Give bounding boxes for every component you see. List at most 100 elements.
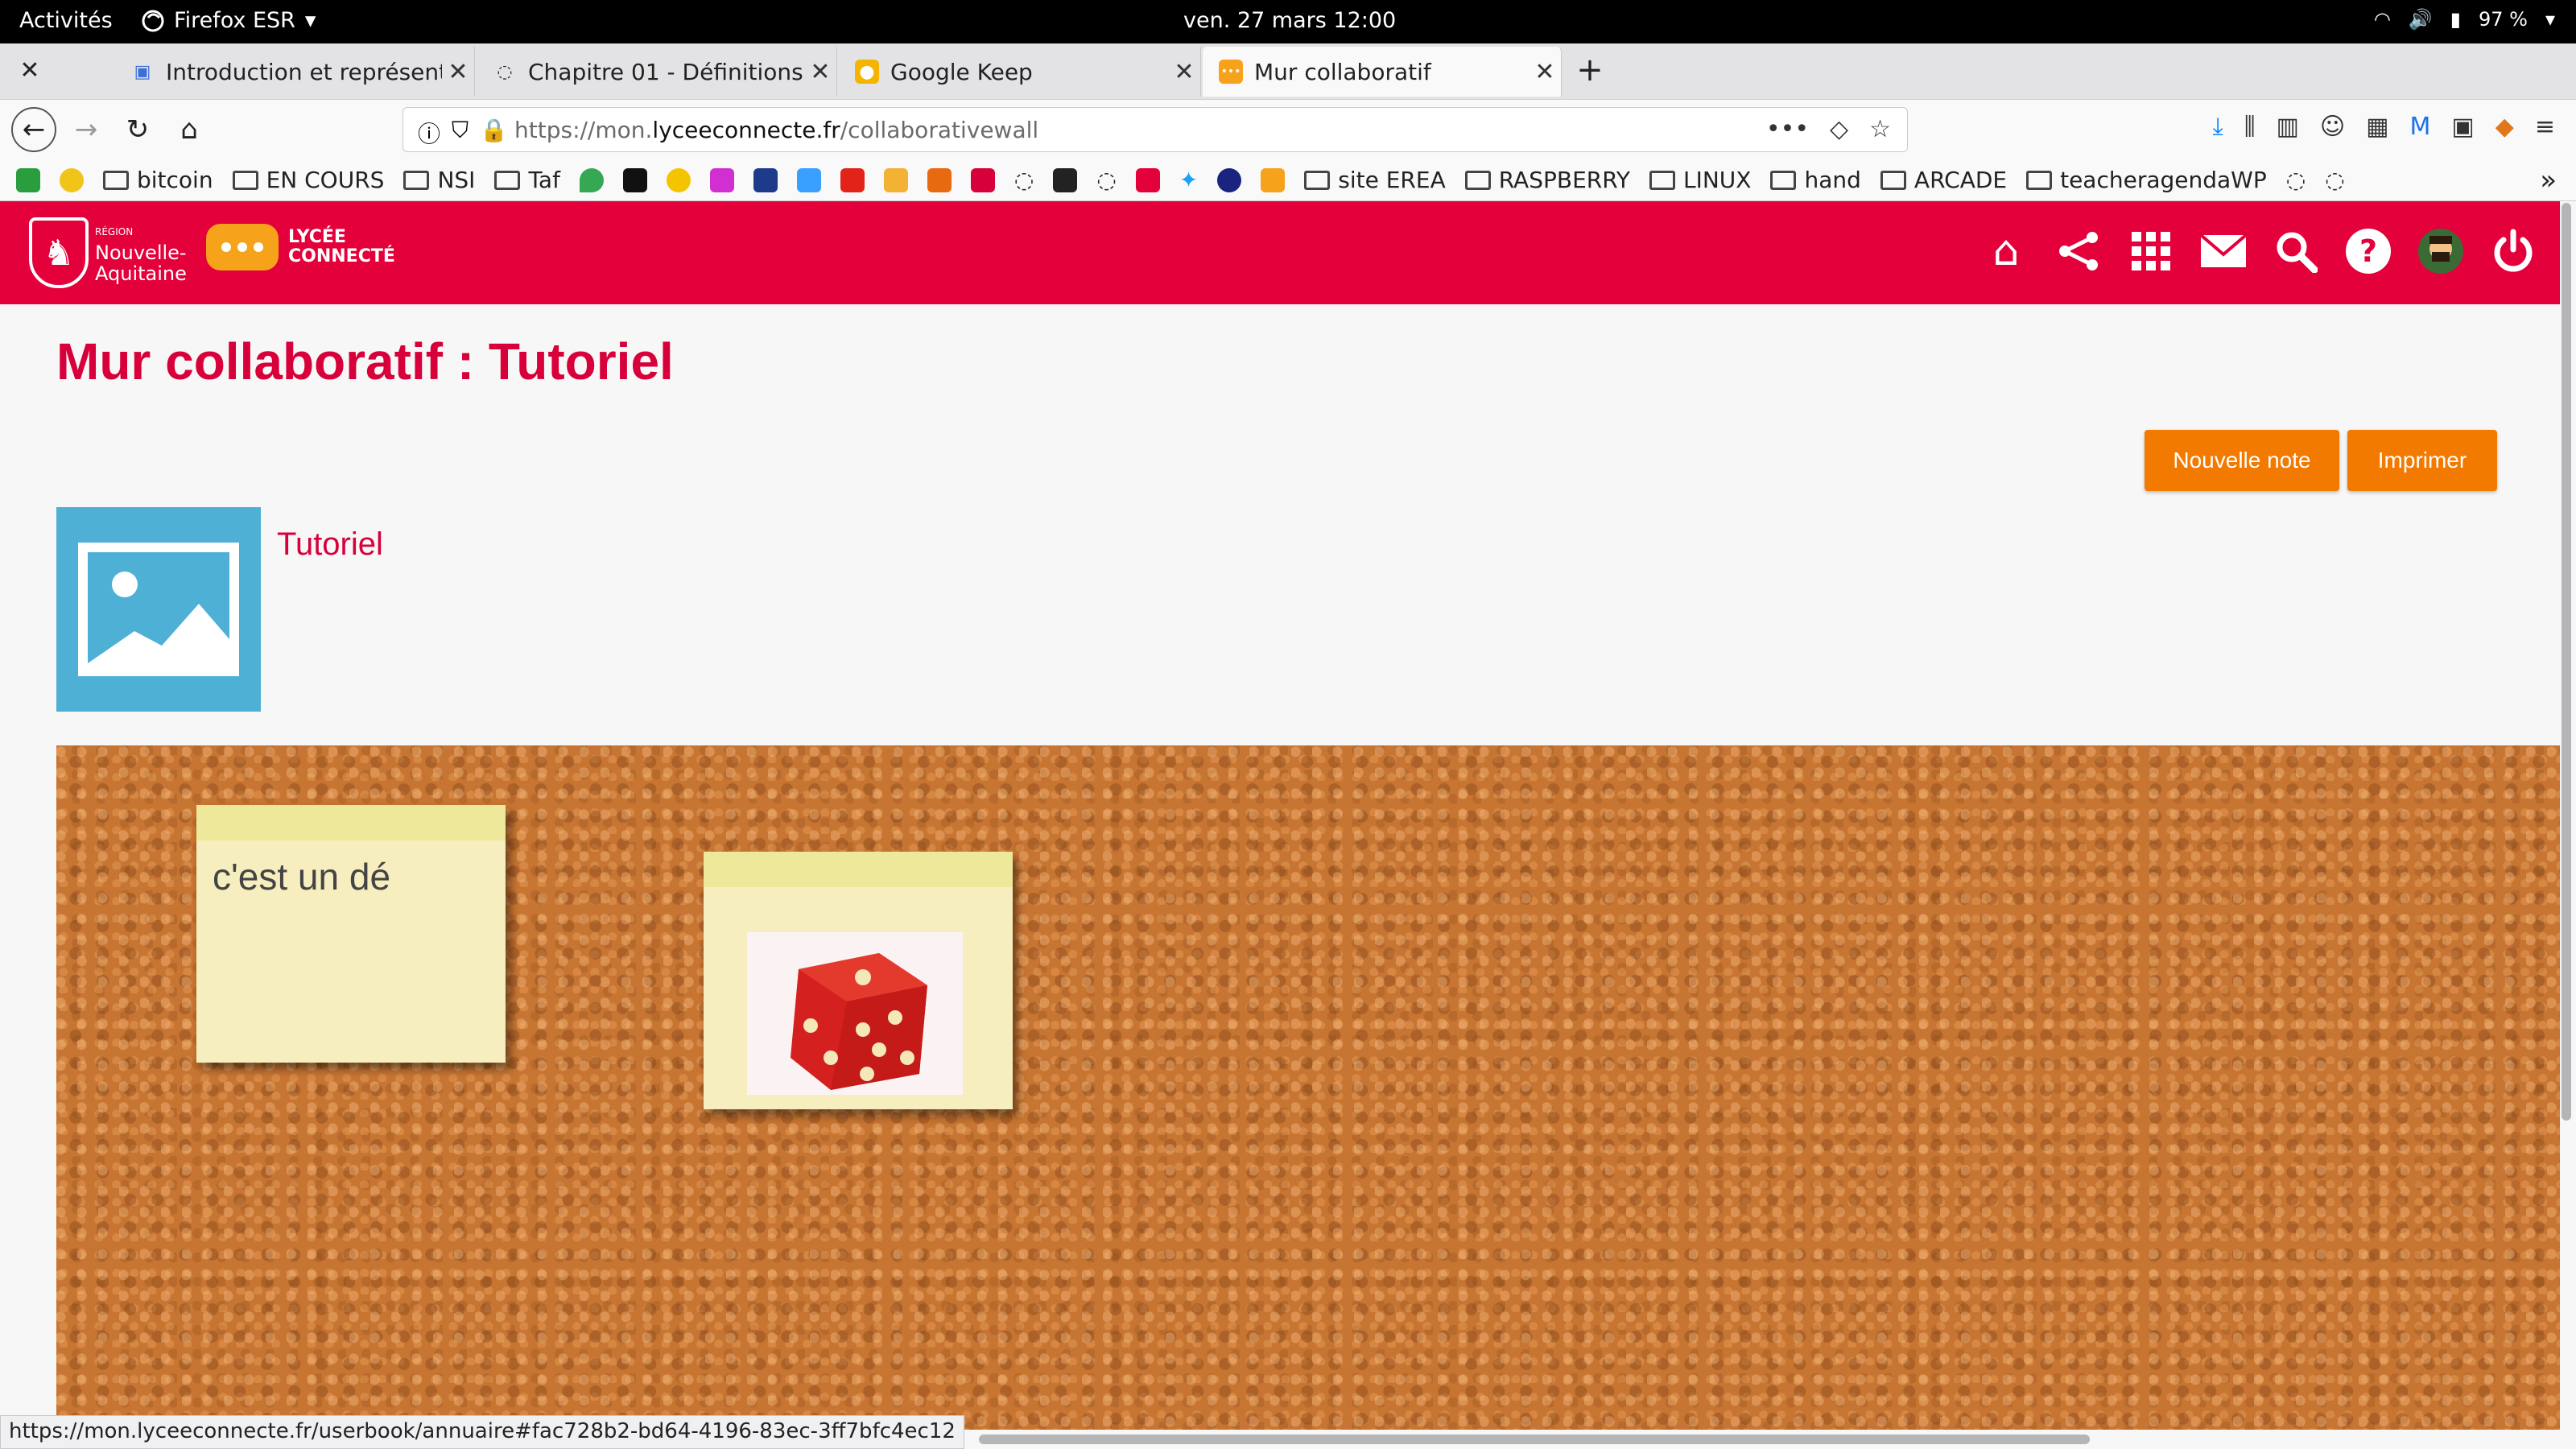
note-header[interactable] (704, 852, 1013, 887)
close-icon[interactable]: ✕ (1529, 58, 1561, 86)
folder-icon (1880, 170, 1906, 190)
power-icon[interactable] (2489, 227, 2537, 275)
url-text[interactable]: https://mon.lyceeconnecte.fr/collaborati… (514, 117, 1038, 143)
globe-icon[interactable]: ◌ (1014, 167, 1034, 193)
bookmark-folder-teacheragendawp[interactable]: teacheragendaWP (2026, 167, 2267, 193)
folder-icon (2026, 170, 2053, 190)
new-tab-icon[interactable]: + (1570, 50, 1610, 90)
vertical-scrollbar[interactable] (2562, 203, 2571, 1121)
bookmark-folder-raspberry[interactable]: RASPBERRY (1464, 167, 1630, 193)
back-icon[interactable]: ← (11, 107, 56, 152)
search-icon[interactable] (2272, 227, 2320, 275)
region-line2: Aquitaine (95, 262, 187, 285)
chevron-more-icon[interactable]: » (2540, 164, 2557, 196)
new-note-button[interactable]: Nouvelle note (2145, 430, 2339, 491)
page-actions-icon[interactable]: ••• (1766, 115, 1809, 143)
sticky-note-text[interactable]: c'est un dé (196, 805, 506, 1063)
bookmark-folder-nsi[interactable]: NSI (403, 167, 475, 193)
bookmark-favicon[interactable] (796, 167, 821, 192)
home-icon[interactable]: ⌂ (1982, 227, 2030, 275)
region-line1: Nouvelle- (95, 242, 187, 264)
reload-icon[interactable]: ↻ (118, 109, 158, 150)
globe-icon[interactable]: ◌ (2325, 167, 2344, 193)
bookmark-folder-arcade[interactable]: ARCADE (1880, 167, 2007, 193)
bookmarks-bar: bitcoin EN COURS NSI Taf ◌ ◌ ✦ site EREA… (0, 159, 2576, 201)
bookmark-favicon[interactable] (970, 167, 995, 192)
bookmark-favicon[interactable] (927, 167, 952, 192)
mail-extension-icon[interactable]: M (2410, 113, 2431, 141)
bookmark-folder-bitcoin[interactable]: bitcoin (103, 167, 213, 193)
avatar-extension-icon[interactable]: ☺ (2320, 113, 2345, 141)
sidebar-icon[interactable]: ▥ (2277, 113, 2299, 141)
bookmark-folder-taf[interactable]: Taf (494, 167, 560, 193)
twitter-icon[interactable]: ✦ (1179, 167, 1198, 193)
close-icon[interactable]: ✕ (804, 58, 836, 86)
tab-introduction[interactable]: ▣ Introduction et représent ✕ (114, 47, 475, 97)
bookmark-folder-site-erea[interactable]: site EREA (1304, 167, 1446, 193)
activities-button[interactable]: Activités (19, 8, 113, 33)
lock-icon: 🔒 (480, 117, 508, 143)
bookmark-folder-linux[interactable]: LINUX (1649, 167, 1751, 193)
help-icon[interactable]: ? (2344, 227, 2392, 275)
bookmark-folder-hand[interactable]: hand (1770, 167, 1861, 193)
menu-icon[interactable]: ≡ (2535, 113, 2555, 141)
cork-wall[interactable]: c'est un dé (56, 745, 2560, 1430)
download-icon[interactable]: ⤓ (2212, 113, 2223, 141)
folder-icon (232, 170, 258, 190)
mail-icon[interactable] (2199, 227, 2248, 275)
bookmark-star-icon[interactable]: ☆ (1869, 115, 1891, 143)
share-icon[interactable] (2054, 227, 2103, 275)
bookmark-favicon[interactable] (883, 167, 908, 192)
folder-icon (494, 170, 521, 190)
tab-mur-collaboratif[interactable]: ••• Mur collaboratif ✕ (1203, 47, 1562, 97)
bookmark-favicon[interactable] (16, 167, 40, 192)
globe-icon[interactable]: ◌ (2286, 167, 2306, 193)
bookmark-favicon[interactable] (753, 167, 778, 192)
library-icon[interactable]: ⫼ (2244, 113, 2256, 141)
close-window-icon[interactable]: ✕ (10, 50, 50, 90)
bookmark-folder-en-cours[interactable]: EN COURS (232, 167, 384, 193)
region-logo[interactable]: ♞ RÉGION Nouvelle- Aquitaine (29, 217, 187, 288)
bookmark-favicon[interactable] (1135, 167, 1160, 192)
bookmark-favicon[interactable] (1053, 167, 1078, 192)
chevron-down-icon: ▾ (2545, 8, 2555, 31)
sticky-note-image[interactable] (704, 852, 1013, 1109)
tab-title: Mur collaboratif (1254, 58, 1431, 85)
bookmark-favicon[interactable] (1217, 167, 1242, 192)
home-icon[interactable]: ⌂ (169, 109, 209, 150)
bookmark-favicon[interactable] (60, 167, 84, 192)
globe-icon[interactable]: ◌ (1096, 167, 1116, 193)
system-tray[interactable]: ◠ 🔊 ▮ 97 % ▾ (2374, 8, 2555, 31)
shield-icon[interactable]: ⛉ (452, 117, 469, 149)
note-header[interactable] (196, 805, 506, 840)
forward-icon[interactable]: → (66, 109, 106, 150)
barcode-extension-icon[interactable]: ▦ (2366, 113, 2388, 141)
bookmark-favicon[interactable] (622, 167, 647, 192)
bookmark-favicon[interactable] (579, 167, 604, 192)
app-menu[interactable]: Firefox ESR ▾ (142, 8, 316, 33)
tab-chapitre[interactable]: ◌ Chapitre 01 - Définitions ✕ (477, 47, 837, 97)
tab-google-keep[interactable]: ● Google Keep ✕ (839, 47, 1201, 97)
close-icon[interactable]: ✕ (442, 58, 474, 86)
wifi-icon: ◠ (2373, 8, 2391, 31)
bookmark-favicon[interactable] (709, 167, 734, 192)
bookmark-favicon[interactable] (666, 167, 691, 192)
horizontal-scrollbar[interactable] (979, 1435, 2090, 1444)
status-url: https://mon.lyceeconnecte.fr/userbook/an… (0, 1415, 964, 1449)
lycee-connecte-logo[interactable]: LYCÉE CONNECTÉ (206, 224, 395, 270)
url-bar[interactable]: ⓘ ⛉ 🔒 https://mon.lyceeconnecte.fr/colla… (402, 107, 1908, 152)
bookmark-favicon[interactable] (1261, 167, 1286, 192)
red-die-icon (791, 953, 927, 1090)
metamask-extension-icon[interactable]: ◆ (2496, 113, 2514, 141)
clock[interactable]: ven. 27 mars 12:00 (1183, 8, 1396, 33)
tab-title: Google Keep (890, 58, 1033, 85)
screenshot-extension-icon[interactable]: ▣ (2451, 113, 2474, 141)
pocket-icon[interactable]: ◇ (1830, 115, 1848, 143)
apps-grid-icon[interactable] (2127, 227, 2175, 275)
info-icon[interactable]: ⓘ (418, 117, 440, 149)
avatar[interactable] (2417, 227, 2465, 275)
close-icon[interactable]: ✕ (1168, 58, 1200, 86)
bookmark-favicon[interactable] (840, 167, 865, 192)
app-name: Firefox ESR (174, 8, 295, 33)
print-button[interactable]: Imprimer (2347, 430, 2497, 491)
